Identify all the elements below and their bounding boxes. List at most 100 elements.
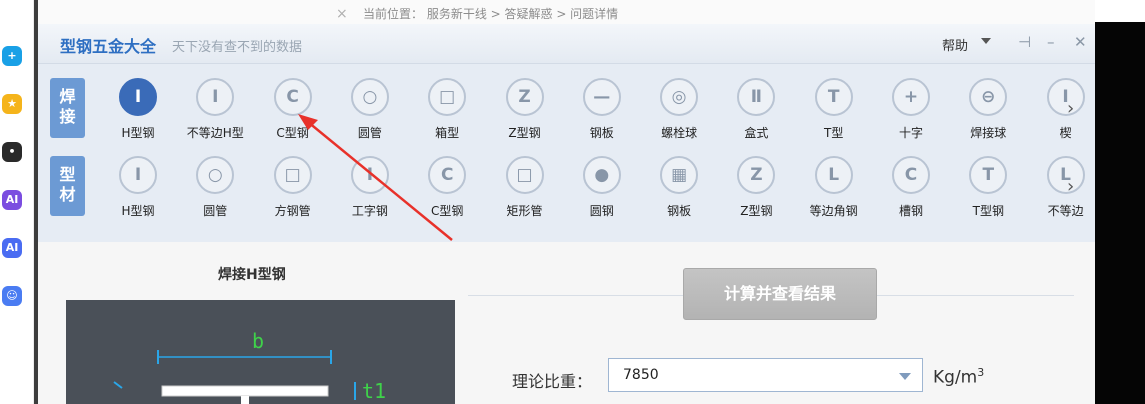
shape-label: 圆管: [203, 204, 228, 218]
h-beam-diagram: b t1: [66, 300, 455, 404]
shape-item[interactable]: I楔: [1026, 78, 1095, 150]
shape-icon: C: [273, 78, 312, 116]
pin-icon[interactable]: ⊣: [1018, 33, 1031, 51]
shape-icon: T: [969, 156, 1008, 194]
chevron-down-icon[interactable]: [899, 373, 911, 380]
shape-item[interactable]: □ 方钢管: [253, 156, 333, 228]
shape-label: 螺栓球: [661, 126, 698, 140]
shape-item[interactable]: L 等边角钢: [794, 156, 874, 228]
shape-item[interactable]: ▦ 钢板: [639, 156, 719, 228]
shape-icon: Z: [737, 156, 776, 194]
shape-icon: I: [196, 78, 235, 116]
shape-label: H型钢: [121, 126, 155, 140]
density-select[interactable]: 7850: [608, 358, 923, 392]
shape-icon: ○: [196, 156, 235, 194]
category-tab-welded[interactable]: 焊 接: [50, 78, 85, 138]
plus-app-icon[interactable]: +: [2, 46, 22, 66]
shape-icon: T: [814, 78, 853, 116]
app-window: 型钢五金大全 天下没有查不到的数据 帮助 ⊣ – ✕ 焊 接 型 材 I H型钢 I…: [38, 24, 1095, 404]
shape-item[interactable]: I H型钢: [98, 78, 178, 150]
shape-item[interactable]: C C型钢: [253, 78, 333, 150]
shape-item[interactable]: C 槽钢: [871, 156, 951, 228]
category-label-bottom: 接: [59, 107, 76, 126]
shape-item[interactable]: ○ 圆管: [330, 78, 410, 150]
chevron-down-icon[interactable]: [981, 38, 991, 44]
shape-item[interactable]: T T型钢: [948, 156, 1028, 228]
density-value: 7850: [623, 367, 659, 383]
ai-app-icon[interactable]: AI: [2, 190, 22, 210]
shape-icon: □: [273, 156, 312, 194]
app-title: 型钢五金大全: [60, 37, 157, 56]
shape-item[interactable]: I 不等边H型: [175, 78, 255, 150]
shape-item[interactable]: ⊖ 焊接球: [948, 78, 1028, 150]
shape-icon: I: [119, 156, 157, 194]
dim-b-label: b: [252, 329, 264, 353]
bot-app-icon[interactable]: ☺: [2, 286, 22, 306]
dim-t1-label: t1: [362, 379, 386, 403]
shape-label: C型钢: [430, 204, 464, 218]
shape-icon: Ⅱ: [737, 78, 776, 116]
shape-label: 等边角钢: [809, 204, 858, 218]
unit-base: Kg/m: [933, 367, 978, 388]
shape-item[interactable]: + 十字: [871, 78, 951, 150]
shape-icon: I: [119, 78, 157, 116]
shape-icon: ⊖: [969, 78, 1008, 116]
minimize-icon[interactable]: –: [1047, 33, 1055, 51]
shape-label: 不等边: [1047, 204, 1084, 218]
shape-label: 钢板: [667, 204, 692, 218]
density-label: 理论比重：: [512, 372, 593, 391]
calculate-button[interactable]: 计算并查看结果: [683, 268, 877, 320]
shape-icon: Z: [505, 78, 544, 116]
title-bar: 型钢五金大全 天下没有查不到的数据 帮助 ⊣ – ✕: [38, 24, 1095, 64]
shape-label: 不等边H型: [186, 126, 244, 140]
shape-item[interactable]: □ 矩形管: [485, 156, 565, 228]
shape-label: T型: [824, 126, 844, 140]
chat-app-icon[interactable]: •: [2, 142, 22, 162]
ai-assistant-icon[interactable]: AI: [2, 238, 22, 258]
category-tab-profiles[interactable]: 型 材: [50, 156, 85, 216]
shape-item[interactable]: T T型: [794, 78, 874, 150]
dark-overlay-region: [1095, 22, 1145, 404]
screenshot-root: + ★ • AI AI ☺ × 当前位置： 服务新干线 > 答疑解惑 > 问题详情 型钢五…: [0, 0, 1145, 404]
h-beam-drawing: b t1: [113, 329, 386, 404]
shape-item[interactable]: — 钢板: [562, 78, 642, 150]
shape-item[interactable]: ● 圆钢: [562, 156, 642, 228]
unit-exponent: 3: [977, 366, 985, 379]
chevron-right-icon[interactable]: ›: [1067, 176, 1074, 197]
shape-icon: +: [892, 78, 930, 116]
shape-label: H型钢: [121, 204, 155, 218]
shape-item[interactable]: Ⅱ 盒式: [716, 78, 796, 150]
shape-item[interactable]: ○ 圆管: [175, 156, 255, 228]
shape-label: Z型钢: [508, 126, 541, 140]
density-unit: Kg/m3: [933, 366, 984, 388]
shape-label: C型钢: [276, 126, 309, 140]
shape-item[interactable]: Z Z型钢: [716, 156, 796, 228]
shape-label: 钢板: [589, 126, 614, 140]
help-menu[interactable]: 帮助: [942, 35, 968, 54]
shape-icon: I: [350, 156, 389, 194]
shape-item[interactable]: L 不等边: [1026, 156, 1095, 228]
shape-item[interactable]: C C型钢: [407, 156, 487, 228]
chevron-right-icon[interactable]: ›: [1067, 98, 1074, 119]
shape-item[interactable]: □ 箱型: [407, 78, 487, 150]
shape-icon: ○: [350, 78, 389, 116]
shape-item[interactable]: ◎ 螺栓球: [639, 78, 719, 150]
section-title: 焊接H型钢: [218, 267, 286, 283]
close-icon[interactable]: ×: [336, 6, 348, 22]
shape-label: 工字钢: [351, 204, 388, 218]
shape-item[interactable]: Z Z型钢: [485, 78, 565, 150]
shape-label: 盒式: [744, 126, 769, 140]
shape-label: 焊接球: [970, 126, 1007, 140]
shape-icon: I: [1046, 78, 1085, 116]
shape-label: Z型钢: [740, 204, 773, 218]
shape-icon: ●: [582, 156, 621, 194]
shape-icon: □: [505, 156, 544, 194]
category-label-top: 型: [59, 165, 76, 184]
shape-icon: C: [428, 156, 467, 194]
shape-icon: L: [814, 156, 853, 194]
shape-icon: —: [582, 78, 621, 116]
close-window-icon[interactable]: ✕: [1074, 33, 1087, 51]
star-app-icon[interactable]: ★: [2, 94, 22, 114]
shape-item[interactable]: I 工字钢: [330, 156, 410, 228]
shape-item[interactable]: I H型钢: [98, 156, 178, 228]
